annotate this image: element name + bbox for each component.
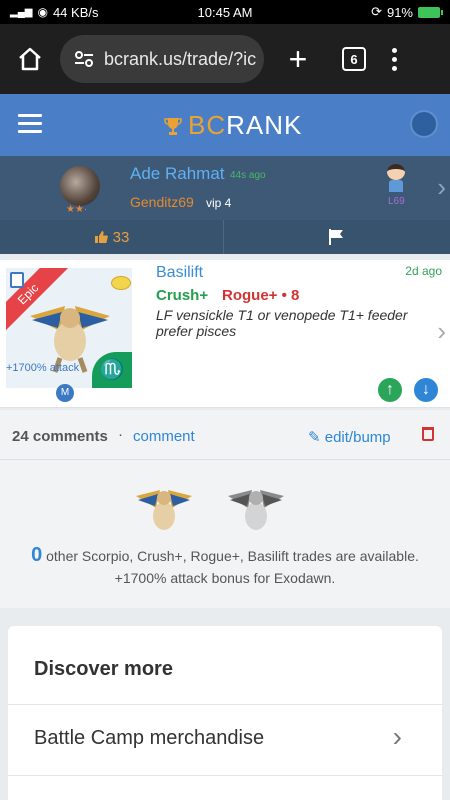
brand-bc: BC bbox=[188, 110, 227, 140]
new-tab-button[interactable]: + bbox=[268, 41, 328, 78]
hamburger-menu-icon[interactable] bbox=[18, 114, 42, 138]
upvote-button[interactable]: ↑ bbox=[378, 378, 402, 402]
discover-title: Discover more bbox=[34, 658, 173, 680]
trophy-icon bbox=[164, 117, 182, 135]
url-text: bcrank.us/trade/?ic bbox=[104, 48, 257, 69]
player-level: L69 bbox=[388, 196, 405, 207]
trader-name[interactable]: Genditz69 bbox=[130, 194, 194, 210]
network-speed: 44 KB/s bbox=[52, 4, 99, 20]
home-button[interactable] bbox=[0, 24, 60, 94]
edit-icon: ✎ bbox=[308, 429, 321, 446]
downvote-button[interactable]: ↓ bbox=[414, 378, 438, 402]
comments-bar: 24 comments · comment ✎ edit/bump bbox=[0, 410, 450, 460]
available-text: other Scorpio, Crush+, Rogue+, Basilift … bbox=[42, 548, 419, 564]
globe-icon[interactable] bbox=[410, 110, 438, 138]
url-bar[interactable]: bcrank.us/trade/?ic bbox=[60, 35, 264, 83]
availability-section: 0 other Scorpio, Crush+, Rogue+, Basilif… bbox=[0, 460, 450, 608]
available-count[interactable]: 0 bbox=[31, 544, 42, 566]
browser-menu-button[interactable] bbox=[392, 47, 397, 71]
edit-bump-label: edit/bump bbox=[324, 429, 391, 446]
rotation-lock-icon: ⟳ bbox=[371, 4, 382, 19]
vip-level: vip 4 bbox=[206, 196, 232, 210]
signal-icon: ▂▄▆ bbox=[10, 6, 33, 18]
attack-bonus: +1700% attack bbox=[6, 362, 80, 374]
trade-note: LF vensickle T1 or venopede T1+ feeder p… bbox=[156, 307, 408, 339]
flag-icon bbox=[329, 229, 343, 245]
like-count: 33 bbox=[112, 228, 130, 246]
report-button[interactable] bbox=[224, 220, 450, 254]
comment-link[interactable]: comment bbox=[133, 428, 195, 445]
availability-text: 0 other Scorpio, Crush+, Rogue+, Basilif… bbox=[0, 544, 450, 589]
trash-icon[interactable] bbox=[422, 427, 434, 441]
battery-percent: 91% bbox=[386, 4, 413, 20]
wifi-icon: ◉ bbox=[37, 5, 48, 19]
discover-more-panel: Discover more Battle Camp merchandise › bbox=[8, 626, 442, 800]
tab-switcher-button[interactable]: 6 bbox=[342, 47, 366, 71]
rogue-tag: Rogue+ • 8 bbox=[222, 287, 300, 304]
basilift-color-image bbox=[136, 490, 192, 530]
crush-tag: Crush+ bbox=[156, 287, 209, 304]
like-button[interactable]: 33 bbox=[0, 220, 224, 254]
user-time-ago: 44s ago bbox=[230, 170, 266, 181]
user-stars: ★★· bbox=[66, 204, 88, 215]
chevron-right-icon: › bbox=[392, 721, 402, 752]
attack-bonus-text: +1700% attack bonus for Exodawn. bbox=[114, 570, 336, 586]
site-header: BC RANK bbox=[0, 94, 450, 156]
character-avatar-icon bbox=[385, 164, 407, 194]
user-actions: 33 bbox=[0, 220, 450, 254]
browser-toolbar: bcrank.us/trade/?ic + 6 bbox=[0, 24, 450, 94]
brand-rank: RANK bbox=[226, 110, 303, 140]
thumbs-up-icon bbox=[94, 231, 108, 243]
separator-dot: · bbox=[118, 426, 123, 443]
user-bar[interactable]: ★★· Ade Rahmat 44s ago Genditz69 vip 4 L… bbox=[0, 156, 450, 220]
basilift-gray-image bbox=[228, 490, 284, 530]
user-name[interactable]: Ade Rahmat bbox=[130, 164, 225, 184]
comments-count[interactable]: 24 comments bbox=[12, 428, 108, 445]
site-settings-icon[interactable] bbox=[74, 50, 94, 68]
discover-item[interactable]: Battle Camp merchandise › bbox=[8, 704, 442, 776]
home-icon bbox=[19, 47, 41, 71]
chevron-right-icon[interactable]: › bbox=[437, 316, 446, 347]
edit-bump-link[interactable]: ✎ edit/bump bbox=[308, 428, 391, 446]
user-avatar[interactable] bbox=[60, 166, 100, 206]
chevron-right-icon[interactable]: › bbox=[437, 172, 446, 203]
status-bar: ▂▄▆ ◉ 44 KB/s 10:45 AM ⟳ 91% bbox=[0, 0, 450, 24]
battery-icon bbox=[418, 6, 443, 18]
site-logo[interactable]: BC RANK bbox=[164, 110, 302, 141]
m-badge: M bbox=[56, 384, 74, 402]
discover-item-label: Battle Camp merchandise bbox=[34, 727, 265, 749]
trade-title[interactable]: Basilift bbox=[156, 264, 203, 282]
trade-time-ago: 2d ago bbox=[405, 264, 442, 278]
